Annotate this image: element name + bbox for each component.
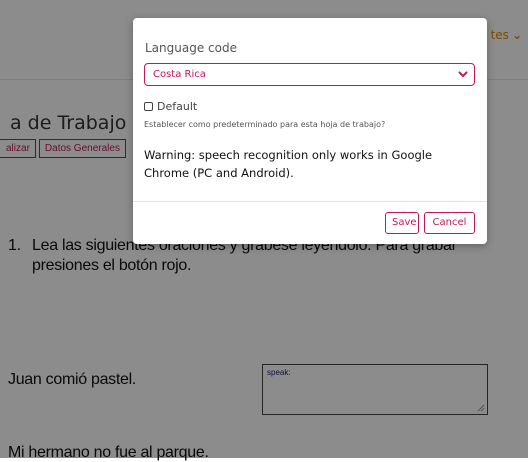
save-button[interactable]: Save xyxy=(385,212,419,234)
language-select-value: Costa Rica xyxy=(153,69,206,80)
chevron-down-icon xyxy=(458,71,468,78)
language-code-label: Language code xyxy=(145,41,237,55)
default-help-text: Establecer como predeterminado para esta… xyxy=(144,120,386,129)
default-label: Default xyxy=(157,100,198,113)
modal-divider xyxy=(133,201,487,202)
language-select[interactable]: Costa Rica xyxy=(144,63,475,86)
default-option[interactable]: Default xyxy=(144,100,197,113)
warning-text: Warning: speech recognition only works i… xyxy=(144,148,433,180)
language-modal: Language code Costa Rica Default Estable… xyxy=(133,18,487,244)
cancel-button[interactable]: Cancel xyxy=(424,212,475,234)
default-checkbox[interactable] xyxy=(144,102,153,111)
